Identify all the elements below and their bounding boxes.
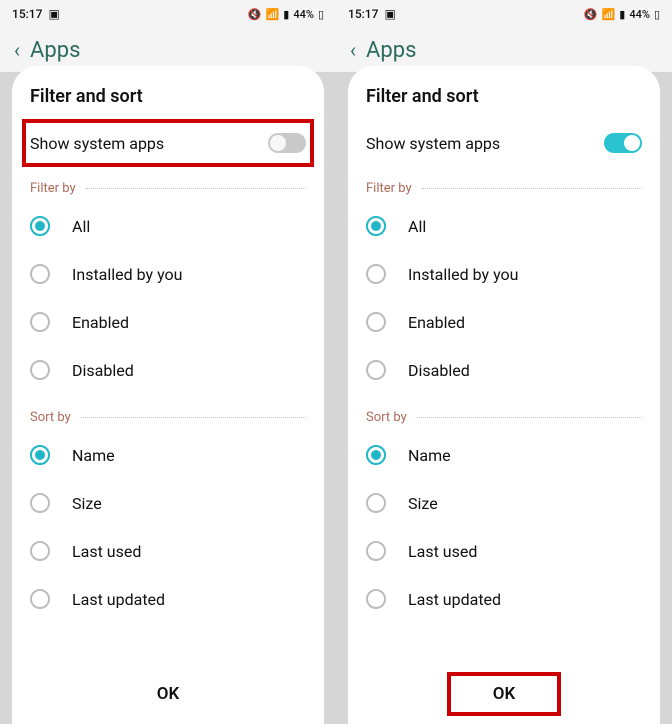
option-label: Enabled (408, 313, 465, 332)
filter-option-disabled[interactable]: Disabled (366, 346, 642, 394)
filter-option-all[interactable]: All (30, 202, 306, 250)
image-icon: ▣ (48, 7, 59, 21)
mute-icon: 🔇 (248, 8, 262, 21)
signal-icon: ▮ (619, 8, 625, 21)
radio-icon (366, 216, 386, 236)
battery-percent: 44% (629, 8, 650, 21)
radio-icon (30, 312, 50, 332)
option-label: Name (72, 446, 115, 465)
option-label: Size (408, 494, 438, 513)
radio-icon (366, 264, 386, 284)
option-label: Last used (408, 542, 477, 561)
filter-sort-sheet: Filter and sort Show system apps Filter … (12, 66, 324, 724)
radio-icon (366, 360, 386, 380)
sort-option-name[interactable]: Name (30, 431, 306, 479)
sort-by-label: Sort by (366, 410, 407, 425)
radio-icon (30, 264, 50, 284)
back-icon[interactable]: ‹ (350, 38, 356, 62)
show-system-apps-row[interactable]: Show system apps (24, 121, 312, 165)
radio-icon (30, 216, 50, 236)
option-label: Last used (72, 542, 141, 561)
option-label: Installed by you (408, 265, 518, 284)
radio-icon (366, 541, 386, 561)
status-time: 15:17 (348, 7, 378, 21)
radio-icon (30, 445, 50, 465)
back-icon[interactable]: ‹ (14, 38, 20, 62)
radio-icon (30, 493, 50, 513)
sheet-title: Filter and sort (366, 86, 642, 107)
show-system-apps-toggle[interactable] (604, 133, 642, 153)
filter-by-header: Filter by (366, 181, 642, 196)
sort-by-header: Sort by (30, 410, 306, 425)
option-label: Enabled (72, 313, 129, 332)
option-label: Last updated (408, 590, 501, 609)
sort-option-last-used[interactable]: Last used (366, 527, 642, 575)
option-label: Last updated (72, 590, 165, 609)
sort-option-last-updated[interactable]: Last updated (30, 575, 306, 623)
radio-icon (366, 445, 386, 465)
filter-by-label: Filter by (366, 181, 412, 196)
status-time: 15:17 (12, 7, 42, 21)
ok-row: OK (366, 664, 642, 724)
filter-option-installed[interactable]: Installed by you (366, 250, 642, 298)
sort-option-size[interactable]: Size (30, 479, 306, 527)
sort-option-last-updated[interactable]: Last updated (366, 575, 642, 623)
option-label: All (72, 217, 90, 236)
sheet-title: Filter and sort (30, 86, 306, 107)
ok-button[interactable]: OK (449, 674, 560, 714)
toggle-label: Show system apps (30, 134, 164, 153)
battery-icon: ▯ (318, 8, 324, 21)
sort-option-last-used[interactable]: Last used (30, 527, 306, 575)
option-label: All (408, 217, 426, 236)
wifi-icon: 📶 (266, 8, 280, 21)
filter-option-all[interactable]: All (366, 202, 642, 250)
option-label: Installed by you (72, 265, 182, 284)
option-label: Name (408, 446, 451, 465)
sort-by-label: Sort by (30, 410, 71, 425)
filter-sort-sheet: Filter and sort Show system apps Filter … (348, 66, 660, 724)
toggle-label: Show system apps (366, 134, 500, 153)
divider (86, 188, 306, 189)
filter-option-enabled[interactable]: Enabled (30, 298, 306, 346)
ok-button[interactable]: OK (113, 674, 224, 714)
sort-by-header: Sort by (366, 410, 642, 425)
radio-icon (366, 589, 386, 609)
radio-icon (30, 360, 50, 380)
screenshot-left: 15:17 ▣ 🔇 📶 ▮ 44% ▯ ‹ Apps Filter and so… (0, 0, 336, 724)
image-icon: ▣ (384, 7, 395, 21)
status-bar: 15:17 ▣ 🔇 📶 ▮ 44% ▯ (0, 0, 336, 28)
page-title: Apps (366, 38, 416, 63)
divider (81, 417, 306, 418)
divider (417, 417, 642, 418)
radio-icon (366, 493, 386, 513)
filter-by-header: Filter by (30, 181, 306, 196)
sort-option-name[interactable]: Name (366, 431, 642, 479)
signal-icon: ▮ (283, 8, 289, 21)
mute-icon: 🔇 (584, 8, 598, 21)
show-system-apps-toggle[interactable] (268, 133, 306, 153)
radio-icon (366, 312, 386, 332)
radio-icon (30, 541, 50, 561)
battery-icon: ▯ (654, 8, 660, 21)
radio-icon (30, 589, 50, 609)
ok-row: OK (30, 664, 306, 724)
screenshot-right: 15:17 ▣ 🔇 📶 ▮ 44% ▯ ‹ Apps Filter and so… (336, 0, 672, 724)
filter-option-disabled[interactable]: Disabled (30, 346, 306, 394)
show-system-apps-row[interactable]: Show system apps (366, 121, 642, 165)
filter-by-label: Filter by (30, 181, 76, 196)
page-title: Apps (30, 38, 80, 63)
option-label: Size (72, 494, 102, 513)
wifi-icon: 📶 (602, 8, 616, 21)
filter-option-enabled[interactable]: Enabled (366, 298, 642, 346)
filter-option-installed[interactable]: Installed by you (30, 250, 306, 298)
battery-percent: 44% (293, 8, 314, 21)
option-label: Disabled (408, 361, 470, 380)
sort-option-size[interactable]: Size (366, 479, 642, 527)
status-bar: 15:17 ▣ 🔇 📶 ▮ 44% ▯ (336, 0, 672, 28)
option-label: Disabled (72, 361, 134, 380)
divider (422, 188, 642, 189)
